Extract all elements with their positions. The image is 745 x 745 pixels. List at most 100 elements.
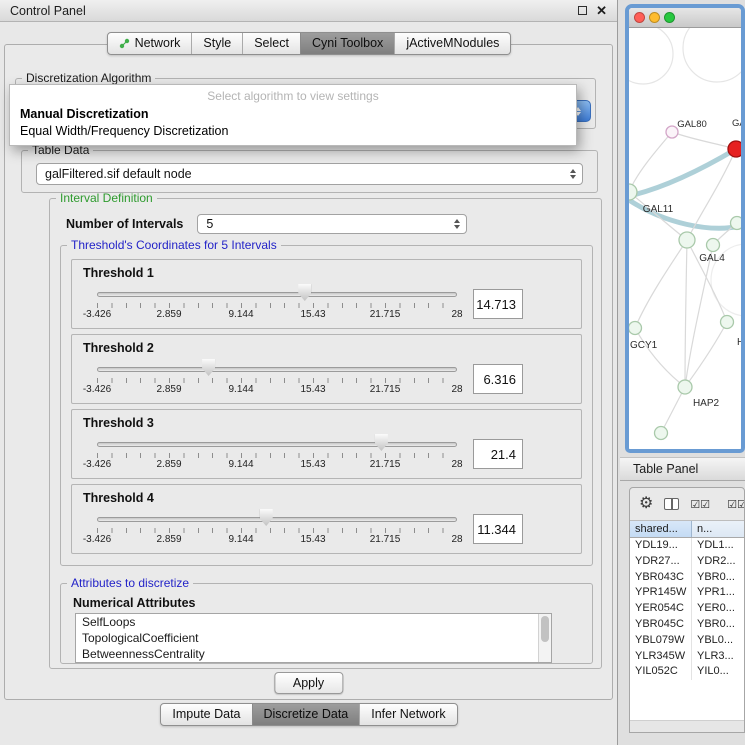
tab-discretize-data[interactable]: Discretize Data: [252, 704, 360, 725]
cell-shared-name[interactable]: YBR043C: [630, 570, 692, 586]
tab-label: jActiveMNodules: [406, 36, 499, 50]
tab-jactivemnodules[interactable]: jActiveMNodules: [394, 33, 510, 54]
cell-shared-name[interactable]: YDL19...: [630, 538, 692, 554]
threshold-slider[interactable]: -3.4262.8599.14415.4321.71528: [97, 508, 457, 550]
table-row[interactable]: YLR345WYLR3...: [630, 649, 744, 665]
tab-select[interactable]: Select: [242, 33, 300, 54]
node[interactable]: [655, 427, 668, 440]
threshold-label: Threshold 3: [83, 416, 572, 430]
slider-thumb[interactable]: [260, 509, 273, 526]
attributes-listbox[interactable]: SelfLoopsTopologicalCoefficientBetweenne…: [75, 613, 552, 663]
tab-style[interactable]: Style: [191, 33, 242, 54]
cell-name[interactable]: YLR3...: [692, 649, 744, 665]
number-of-intervals-combobox[interactable]: 5: [197, 214, 467, 234]
column-header-shared-name[interactable]: shared...: [630, 521, 692, 537]
node-gal4[interactable]: [679, 232, 695, 248]
select-columns-icon-right[interactable]: ☑☑: [727, 498, 744, 511]
table-row[interactable]: YIL052CYIL0...: [630, 664, 744, 680]
dropdown-item[interactable]: Manual Discretization: [10, 106, 576, 123]
slider-thumb[interactable]: [202, 359, 215, 376]
node-gal80[interactable]: [666, 126, 678, 138]
table-row[interactable]: YDL19...YDL1...: [630, 538, 744, 554]
tab-network[interactable]: Network: [108, 33, 192, 54]
cell-name[interactable]: YBR0...: [692, 617, 744, 633]
attributes-scrollbar[interactable]: [538, 614, 551, 662]
threshold-slider[interactable]: -3.4262.8599.14415.4321.71528: [97, 433, 457, 475]
slider-track[interactable]: [97, 367, 457, 372]
node-gcy1[interactable]: [629, 322, 642, 335]
scrollbar-thumb[interactable]: [541, 616, 549, 642]
network-view-window[interactable]: GAL80 GA GAL11 GAL4 GCY1 H HAP2: [625, 4, 745, 453]
threshold-value-field[interactable]: 21.4: [473, 439, 523, 469]
table-toolbar: ⚙ ☑☑ ☑☑: [630, 488, 744, 520]
cell-shared-name[interactable]: YLR345W: [630, 649, 692, 665]
threshold-value-field[interactable]: 11.344: [473, 514, 523, 544]
tab-cyni-toolbox[interactable]: Cyni Toolbox: [300, 33, 394, 54]
table-row[interactable]: YBL079WYBL0...: [630, 633, 744, 649]
float-icon[interactable]: [578, 6, 587, 15]
tab-infer-network[interactable]: Infer Network: [359, 704, 456, 725]
slider-track[interactable]: [97, 442, 457, 447]
cell-shared-name[interactable]: YPR145W: [630, 585, 692, 601]
apply-button[interactable]: Apply: [274, 672, 343, 694]
table-row[interactable]: YBR045CYBR0...: [630, 617, 744, 633]
slider-thumb[interactable]: [375, 434, 388, 451]
zoom-light-icon[interactable]: [664, 12, 675, 23]
list-item[interactable]: BetweennessCentrality: [76, 646, 551, 662]
cell-shared-name[interactable]: YBR045C: [630, 617, 692, 633]
cell-name[interactable]: YBL0...: [692, 633, 744, 649]
list-item[interactable]: SelfLoops: [76, 614, 551, 630]
cell-shared-name[interactable]: YDR27...: [630, 554, 692, 570]
slider-track[interactable]: [97, 292, 457, 297]
slider-thumb[interactable]: [298, 284, 311, 301]
node-label-gal4: GAL4: [699, 253, 725, 264]
table-data-combobox[interactable]: galFiltered.sif default node: [36, 163, 583, 185]
table-row[interactable]: YER054CYER0...: [630, 601, 744, 617]
close-icon[interactable]: ✕: [596, 4, 607, 17]
dropdown-prompt: Select algorithm to view settings: [10, 85, 576, 106]
cell-shared-name[interactable]: YBL079W: [630, 633, 692, 649]
cell-shared-name[interactable]: YIL052C: [630, 664, 692, 680]
bottom-tabs-segment: Impute DataDiscretize DataInfer Network: [160, 703, 457, 726]
tab-impute-data[interactable]: Impute Data: [161, 704, 251, 725]
threshold-value-field[interactable]: 6.316: [473, 364, 523, 394]
network-canvas[interactable]: GAL80 GA GAL11 GAL4 GCY1 H HAP2: [629, 28, 741, 449]
number-of-intervals-row: Number of Intervals 5: [66, 214, 595, 234]
threshold-slider[interactable]: -3.4262.8599.14415.4321.71528: [97, 283, 457, 325]
minimize-light-icon[interactable]: [649, 12, 660, 23]
table-row[interactable]: YPR145WYPR1...: [630, 585, 744, 601]
cell-name[interactable]: YIL0...: [692, 664, 744, 680]
node-label-clipped: GA: [732, 118, 741, 129]
list-item[interactable]: TopologicalCoefficient: [76, 630, 551, 646]
node[interactable]: [721, 316, 734, 329]
table-body[interactable]: YDL19...YDL1...YDR27...YDR2...YBR043CYBR…: [630, 538, 744, 720]
tick-label: 15.43: [300, 534, 325, 545]
cell-name[interactable]: YDR2...: [692, 554, 744, 570]
cell-name[interactable]: YDL1...: [692, 538, 744, 554]
column-header-name[interactable]: n...: [692, 521, 744, 537]
node-selected-red[interactable]: [728, 141, 741, 157]
network-graph: GAL80 GA GAL11 GAL4 GCY1 H HAP2: [629, 28, 741, 449]
tick-label: 15.43: [300, 309, 325, 320]
slider-ticks: [97, 453, 457, 458]
node[interactable]: [731, 217, 742, 230]
table-row[interactable]: YDR27...YDR2...: [630, 554, 744, 570]
slider-tick-labels: -3.4262.8599.14415.4321.71528: [97, 384, 457, 396]
tick-label: 28: [451, 534, 462, 545]
threshold-value-field[interactable]: 14.713: [473, 289, 523, 319]
cell-name[interactable]: YBR0...: [692, 570, 744, 586]
gear-icon[interactable]: ⚙: [639, 496, 653, 512]
select-columns-icon[interactable]: ☑☑: [690, 498, 710, 511]
node[interactable]: [707, 239, 720, 252]
close-light-icon[interactable]: [634, 12, 645, 23]
threshold-slider[interactable]: -3.4262.8599.14415.4321.71528: [97, 358, 457, 400]
edge-highlighted[interactable]: [629, 149, 736, 196]
cell-name[interactable]: YPR1...: [692, 585, 744, 601]
dropdown-item[interactable]: Equal Width/Frequency Discretization: [10, 123, 576, 140]
cell-shared-name[interactable]: YER054C: [630, 601, 692, 617]
slider-track[interactable]: [97, 517, 457, 522]
table-row[interactable]: YBR043CYBR0...: [630, 570, 744, 586]
cell-name[interactable]: YER0...: [692, 601, 744, 617]
columns-icon[interactable]: [664, 498, 679, 510]
node-hap2[interactable]: [678, 380, 692, 394]
